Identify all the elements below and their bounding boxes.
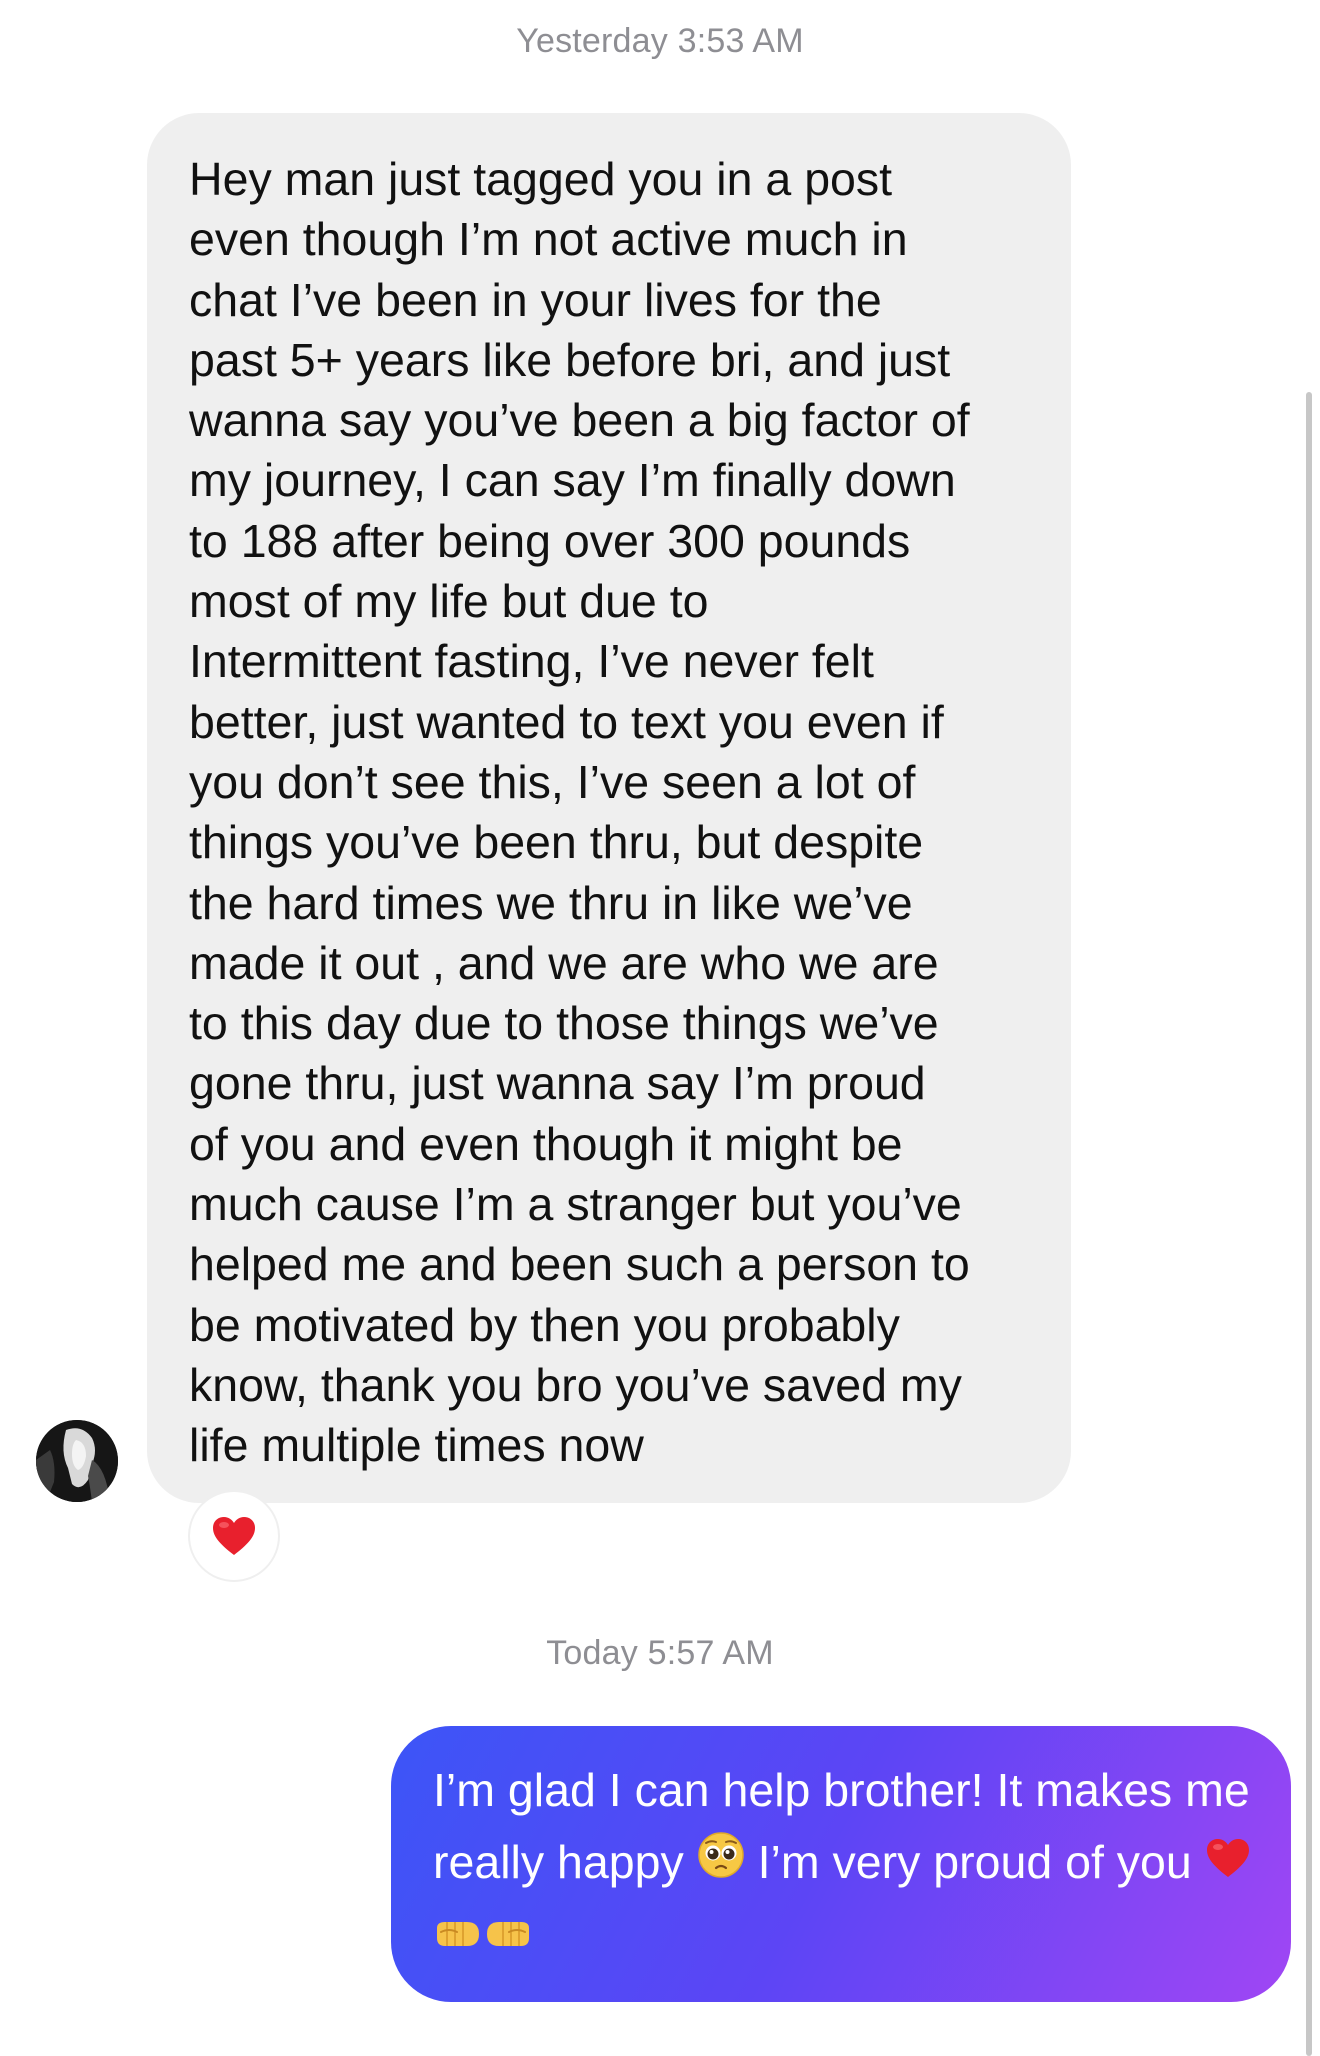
right-facing-fist-icon	[483, 1902, 533, 1974]
outgoing-message-text-2: I’m very proud of you	[757, 1836, 1192, 1888]
red-heart-icon	[213, 1517, 255, 1555]
heart-reaction[interactable]	[188, 1490, 280, 1582]
timestamp-today: Today 5:57 AM	[546, 1634, 774, 1672]
avatar-photo-icon	[36, 1420, 118, 1502]
red-heart-icon	[1205, 1827, 1251, 1899]
incoming-message-bubble[interactable]: Hey man just tagged you in a post even t…	[147, 113, 1071, 1503]
scrollbar[interactable]	[1306, 392, 1312, 2056]
pleading-face-icon	[697, 1827, 745, 1899]
outgoing-message-bubble[interactable]: I’m glad I can help brother! It makes me…	[391, 1726, 1291, 2002]
left-facing-fist-icon	[433, 1902, 483, 1974]
timestamp-yesterday: Yesterday 3:53 AM	[516, 22, 804, 60]
sender-avatar[interactable]	[36, 1420, 118, 1502]
